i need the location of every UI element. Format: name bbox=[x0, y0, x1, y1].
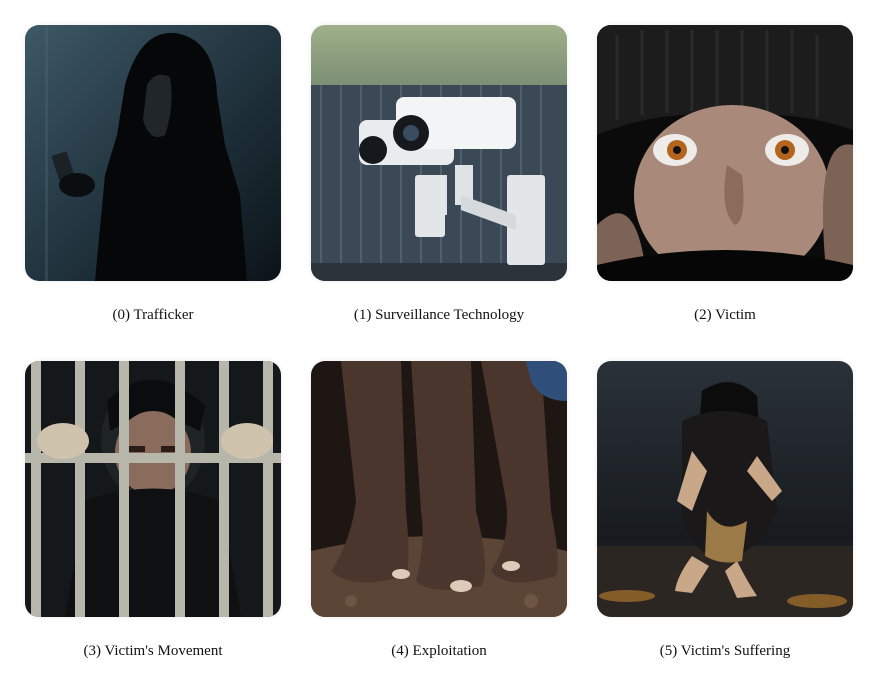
caption-trafficker: (0) Trafficker bbox=[112, 307, 194, 323]
caption-victims-suffering: (5) Victim's Suffering bbox=[659, 643, 791, 659]
victims-suffering-image bbox=[597, 361, 853, 617]
surveillance-image bbox=[311, 25, 567, 281]
victim-image bbox=[597, 25, 853, 281]
caption-surveillance: (1) Surveillance Technology bbox=[353, 307, 525, 323]
image-grid: (0) Trafficker (1) Surveillance Technolo… bbox=[0, 0, 878, 692]
trafficker-image bbox=[25, 25, 281, 281]
exploitation-image bbox=[311, 361, 567, 617]
caption-exploitation: (4) Exploitation bbox=[391, 643, 487, 659]
caption-victims-movement: (3) Victim's Movement bbox=[83, 643, 223, 659]
victims-movement-image bbox=[25, 361, 281, 617]
caption-victim: (2) Victim bbox=[694, 307, 756, 323]
